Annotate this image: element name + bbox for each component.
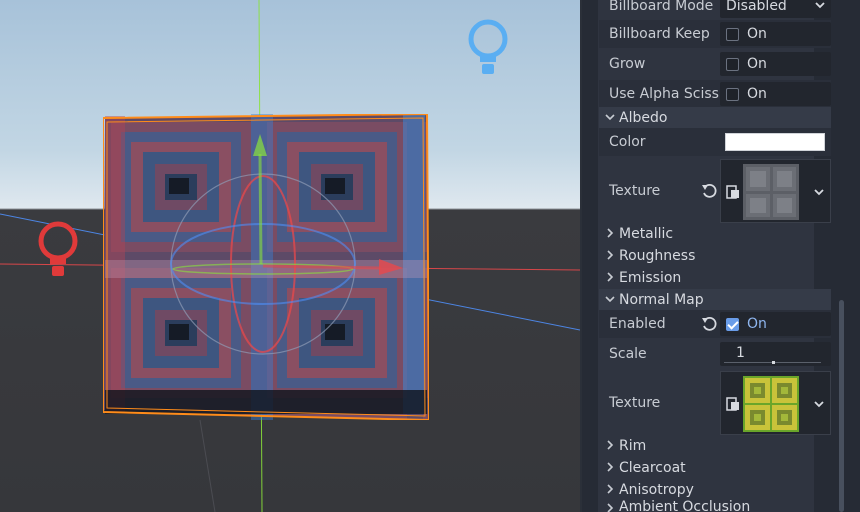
albedo-color-row: Color: [599, 128, 831, 156]
billboard-mode-row: Billboard Mode Disabled: [599, 0, 831, 20]
section-label: Metallic: [619, 226, 674, 242]
chevron-right-icon: [607, 503, 614, 512]
checkbox[interactable]: [726, 57, 739, 71]
checkbox[interactable]: [726, 27, 739, 41]
checkbox[interactable]: [726, 87, 739, 101]
selected-mesh[interactable]: [103, 114, 429, 420]
chevron-down-icon[interactable]: [814, 188, 824, 196]
alpha-scissor-label: Use Alpha Sciss: [609, 86, 719, 102]
resource-icon: [726, 185, 739, 199]
albedo-color-label: Color: [609, 134, 646, 150]
section-label: Normal Map: [619, 292, 704, 308]
alpha-scissor-toggle[interactable]: On: [720, 82, 831, 106]
chevron-down-icon: [815, 2, 825, 9]
checkbox-label: On: [747, 26, 767, 42]
normal-map-enabled-label: Enabled: [609, 316, 666, 332]
slider-grabber[interactable]: [772, 361, 775, 364]
normal-map-texture-slot[interactable]: [720, 371, 831, 435]
section-label: Rim: [619, 438, 647, 454]
normal-map-enabled-row: Enabled On: [599, 310, 831, 338]
chevron-down-icon[interactable]: [814, 400, 824, 408]
normal-map-scale-label: Scale: [609, 346, 647, 362]
normal-map-enabled-toggle[interactable]: On: [720, 312, 831, 336]
resource-icon: [726, 397, 739, 411]
billboard-mode-label: Billboard Mode: [609, 0, 714, 14]
alpha-scissor-row: Use Alpha Sciss On: [599, 80, 831, 108]
normal-map-texture-label: Texture: [609, 395, 661, 411]
section-ambient-occlusion[interactable]: Ambient Occlusion: [599, 498, 831, 512]
normal-map-scale-row: Scale 1: [599, 340, 831, 368]
section-rim[interactable]: Rim: [599, 435, 831, 457]
normal-map-texture-row: Texture: [599, 370, 831, 436]
section-metallic[interactable]: Metallic: [599, 223, 831, 245]
albedo-texture-slot[interactable]: [720, 159, 831, 223]
scrollbar-thumb[interactable]: [839, 300, 844, 512]
section-label: Emission: [619, 270, 682, 286]
section-albedo[interactable]: Albedo: [599, 107, 831, 129]
section-label: Roughness: [619, 248, 696, 264]
section-emission[interactable]: Emission: [599, 267, 831, 289]
albedo-texture-label: Texture: [609, 183, 661, 199]
checkbox-label: On: [747, 56, 767, 72]
grow-row: Grow On: [599, 50, 831, 78]
section-clearcoat[interactable]: Clearcoat: [599, 457, 831, 479]
revert-icon[interactable]: [701, 183, 717, 199]
billboard-mode-dropdown[interactable]: Disabled: [720, 0, 831, 18]
chevron-right-icon: [607, 440, 614, 450]
grow-toggle[interactable]: On: [720, 52, 831, 76]
chevron-down-icon: [605, 114, 615, 121]
section-label: Clearcoat: [619, 460, 686, 476]
chevron-right-icon: [607, 272, 614, 282]
section-normal-map[interactable]: Normal Map: [599, 289, 831, 311]
normal-map-texture-preview: [743, 376, 799, 432]
chevron-right-icon: [607, 484, 614, 494]
chevron-down-icon: [605, 296, 615, 303]
section-label: Anisotropy: [619, 482, 694, 498]
albedo-texture-row: Texture: [599, 158, 831, 224]
chevron-right-icon: [607, 228, 614, 238]
inspector-scrollbar[interactable]: [838, 0, 846, 512]
section-roughness[interactable]: Roughness: [599, 245, 831, 267]
3d-viewport[interactable]: [0, 0, 580, 512]
section-label: Ambient Occlusion: [619, 499, 751, 512]
revert-icon[interactable]: [701, 316, 717, 332]
omni-light-icon[interactable]: [37, 220, 81, 278]
checkbox-label: On: [747, 86, 767, 102]
omni-light-icon[interactable]: [467, 18, 511, 76]
billboard-keep-label: Billboard Keep: [609, 26, 710, 42]
billboard-keep-row: Billboard Keep On: [599, 20, 831, 48]
grow-label: Grow: [609, 56, 646, 72]
albedo-texture-preview: [743, 164, 799, 220]
checkbox-checked[interactable]: [726, 317, 739, 331]
billboard-keep-toggle[interactable]: On: [720, 22, 831, 46]
normal-map-scale-slider[interactable]: 1: [720, 342, 831, 366]
chevron-right-icon: [607, 462, 614, 472]
section-label: Albedo: [619, 110, 668, 126]
billboard-mode-value: Disabled: [726, 0, 787, 14]
chevron-right-icon: [607, 250, 614, 260]
checkbox-label: On: [747, 316, 767, 332]
scale-value: 1: [736, 345, 745, 361]
albedo-color-swatch[interactable]: [725, 133, 825, 151]
